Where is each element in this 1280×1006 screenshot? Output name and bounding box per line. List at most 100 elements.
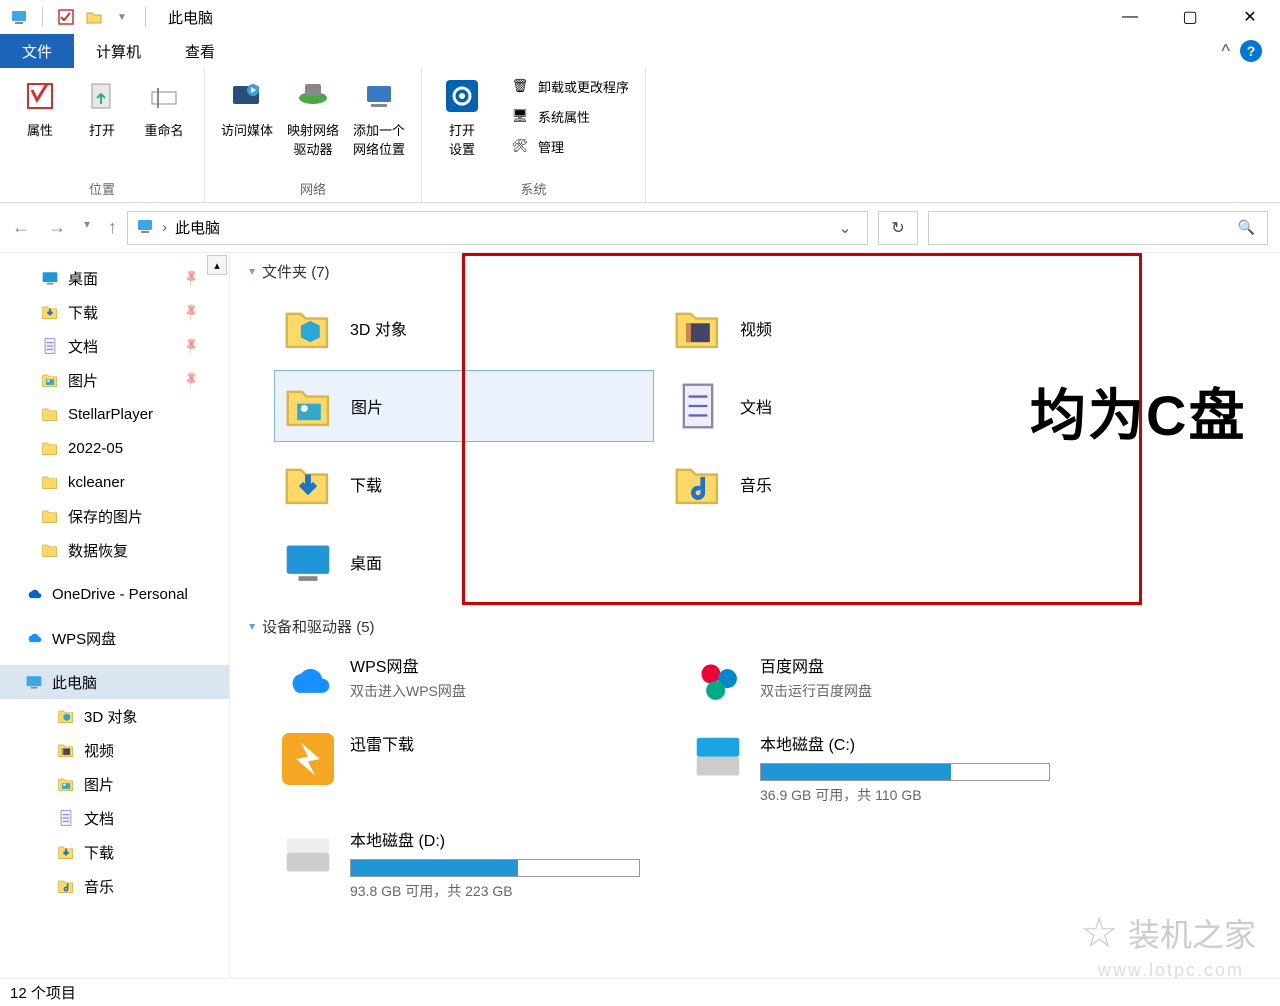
sidebar-item-6[interactable]: kcleaner (0, 465, 229, 499)
up-button[interactable]: ↑ (108, 217, 117, 238)
sidebar-item-9[interactable]: OneDrive - Personal (0, 577, 229, 611)
settings-button[interactable]: 打开 设置 (438, 76, 486, 175)
gear-icon (442, 76, 482, 116)
addlocation-button[interactable]: 添加一个 网络位置 (353, 76, 405, 175)
disk-usage-bar (350, 859, 640, 877)
watermark: ☆装机之家 (1080, 908, 1256, 957)
ribbon-group-network: 网络 (221, 179, 405, 198)
uninstall-button[interactable]: 🗑卸载或更改程序 (510, 76, 629, 96)
rename-button[interactable]: 重命名 (140, 76, 188, 175)
breadcrumb-location[interactable]: 此电脑 (175, 217, 220, 238)
help-icon[interactable]: ? (1240, 40, 1262, 62)
mapdrive-icon (293, 76, 333, 116)
sidebar-item-11[interactable]: 此电脑 (0, 665, 229, 699)
folder-icon (40, 506, 60, 526)
media-icon (227, 76, 267, 116)
maximize-button[interactable]: ▢ (1160, 0, 1220, 34)
properties-icon (20, 76, 60, 116)
device-3[interactable]: 本地磁盘 (C:)36.9 GB 可用，共 110 GB (684, 725, 1084, 811)
scroll-up-button[interactable]: ▴ (207, 255, 227, 275)
pc-icon (10, 8, 28, 26)
video-icon (670, 300, 726, 356)
device-0[interactable]: WPS网盘双击进入WPS网盘 (274, 647, 674, 715)
sidebar-item-10[interactable]: WPS网盘 (0, 621, 229, 655)
sidebar-item-12[interactable]: 3D 对象 (0, 699, 229, 733)
sidebar-item-4[interactable]: StellarPlayer (0, 397, 229, 431)
sidebar-item-14[interactable]: 图片 (0, 767, 229, 801)
desktop-icon (40, 268, 60, 288)
dropdown-icon[interactable]: ▼ (113, 8, 131, 26)
open-button[interactable]: 打开 (78, 76, 126, 175)
ribbon-group-system: 系统 (438, 179, 629, 198)
folder-icon (40, 540, 60, 560)
download-icon (280, 456, 336, 512)
folder-icon (40, 404, 60, 424)
tab-view[interactable]: 查看 (163, 34, 237, 68)
xunlei-icon (280, 731, 336, 787)
checkbox-icon[interactable] (57, 8, 75, 26)
open-icon (82, 76, 122, 116)
music-icon (56, 876, 76, 896)
rename-icon (144, 76, 184, 116)
folder-icon[interactable] (85, 8, 103, 26)
minimize-button[interactable]: — (1100, 0, 1160, 34)
breadcrumb-dropdown[interactable]: ⌄ (831, 219, 859, 237)
star-icon: ☆ (1080, 908, 1118, 957)
pc-icon (136, 217, 154, 239)
refresh-button[interactable]: ↻ (878, 211, 918, 245)
sidebar-item-0[interactable]: 桌面 (0, 261, 229, 295)
3d-icon (56, 706, 76, 726)
device-4[interactable]: 本地磁盘 (D:)93.8 GB 可用，共 223 GB (274, 821, 674, 907)
device-1[interactable]: 百度网盘双击运行百度网盘 (684, 647, 1084, 715)
sidebar-item-3[interactable]: 图片 (0, 363, 229, 397)
manage-button[interactable]: 🛠管理 (510, 136, 629, 156)
device-2[interactable]: 迅雷下载 (274, 725, 674, 811)
music-icon (670, 456, 726, 512)
folder-desktop[interactable]: 桌面 (274, 526, 654, 598)
addlocation-icon (359, 76, 399, 116)
sidebar-item-1[interactable]: 下载 (0, 295, 229, 329)
sidebar-item-8[interactable]: 数据恢复 (0, 533, 229, 567)
sidebar-item-16[interactable]: 下载 (0, 835, 229, 869)
sidebar-item-5[interactable]: 2022-05 (0, 431, 229, 465)
folder-3d[interactable]: 3D 对象 (274, 292, 654, 364)
uninstall-icon: 🗑 (510, 76, 530, 96)
tab-computer[interactable]: 计算机 (74, 34, 163, 68)
close-button[interactable]: ✕ (1220, 0, 1280, 34)
folder-download[interactable]: 下载 (274, 448, 654, 520)
disk-c-icon (690, 731, 746, 787)
forward-button[interactable]: → (48, 217, 66, 238)
sidebar-item-2[interactable]: 文档 (0, 329, 229, 363)
sidebar-item-13[interactable]: 视频 (0, 733, 229, 767)
desktop-icon (280, 534, 336, 590)
group-header-devices[interactable]: ▸设备和驱动器 (5) (250, 616, 1260, 637)
document-icon (40, 336, 60, 356)
pc-icon (24, 672, 44, 692)
folder-icon (40, 472, 60, 492)
folder-music[interactable]: 音乐 (664, 448, 1044, 520)
manage-icon: 🛠 (510, 136, 530, 156)
sidebar-item-7[interactable]: 保存的图片 (0, 499, 229, 533)
sidebar-item-17[interactable]: 音乐 (0, 869, 229, 903)
ribbon: 属性 打开 重命名 位置 访问媒体 映射网络 驱动器 (0, 68, 1280, 203)
annotation-text: 均为C盘 (1030, 371, 1246, 452)
properties-button[interactable]: 属性 (16, 76, 64, 175)
window-title: 此电脑 (168, 7, 213, 28)
group-header-folders[interactable]: ▸文件夹 (7) (250, 261, 1260, 282)
sidebar-item-15[interactable]: 文档 (0, 801, 229, 835)
sysprops-button[interactable]: 🖥系统属性 (510, 106, 629, 126)
search-input[interactable]: 🔍 (928, 211, 1268, 245)
wps-icon (280, 653, 336, 709)
tab-file[interactable]: 文件 (0, 34, 74, 68)
breadcrumb[interactable]: › 此电脑 ⌄ (127, 211, 868, 245)
recent-button[interactable]: ▾ (84, 217, 90, 238)
collapse-ribbon-icon[interactable]: ^ (1222, 41, 1230, 62)
folder-document[interactable]: 文档 (664, 370, 1044, 442)
mapdrive-button[interactable]: 映射网络 驱动器 (287, 76, 339, 175)
folder-video[interactable]: 视频 (664, 292, 1044, 364)
media-button[interactable]: 访问媒体 (221, 76, 273, 175)
picture-icon (40, 370, 60, 390)
back-button[interactable]: ← (12, 217, 30, 238)
folder-picture[interactable]: 图片 (274, 370, 654, 442)
download-icon (40, 302, 60, 322)
